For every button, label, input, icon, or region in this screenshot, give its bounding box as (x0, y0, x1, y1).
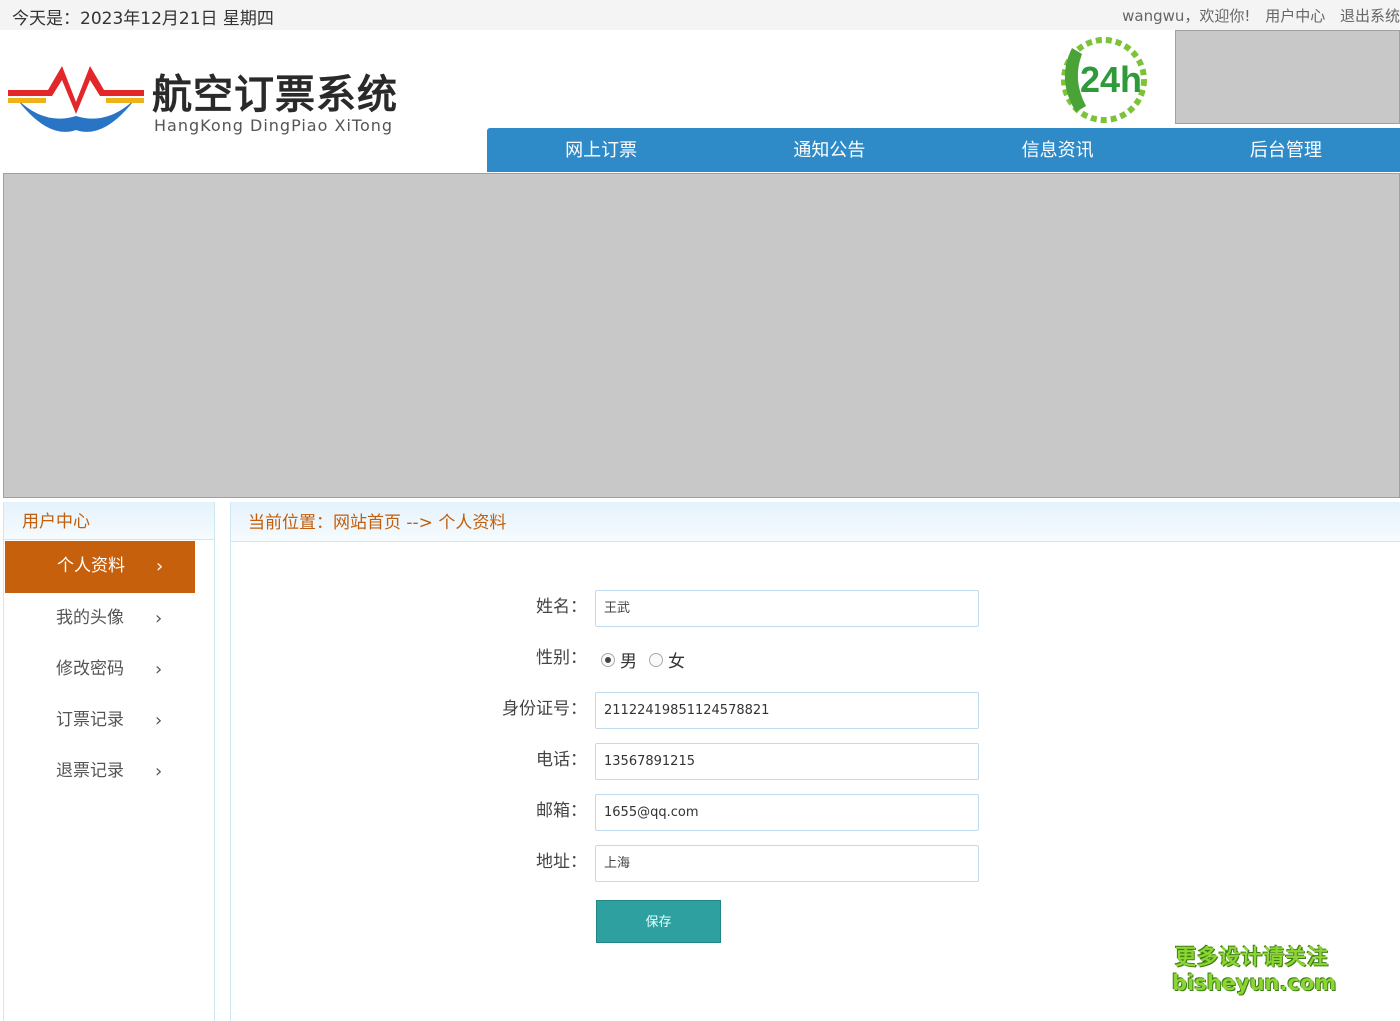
sidebar-item-label: 我的头像 (56, 608, 124, 628)
user-links: wangwu，欢迎你! 用户中心 退出系统 (1112, 5, 1400, 26)
logout-link[interactable]: 退出系统 (1340, 7, 1400, 25)
phone-field[interactable]: 13567891215 (595, 743, 979, 780)
chevron-right-icon: › (156, 556, 164, 577)
user-center-sidebar: 用户中心 个人资料 › 我的头像 › 修改密码 › 订票记录 › 退票记录 › (3, 502, 215, 1021)
gender-row: 性别： (231, 641, 587, 679)
sidebar-item-refund-records[interactable]: 退票记录 › (4, 746, 214, 797)
watermark-line1: 更多设计请关注 (1175, 945, 1329, 969)
nav-online-booking[interactable]: 网上订票 (487, 128, 715, 172)
gender-female-radio[interactable] (649, 652, 663, 667)
nav-notices[interactable]: 通知公告 (715, 128, 943, 172)
nav-news[interactable]: 信息资讯 (944, 128, 1172, 172)
badge-24h-text: 24h (1080, 59, 1142, 100)
breadcrumb: 当前位置：网站首页 --> 个人资料 (231, 502, 1400, 542)
address-field[interactable]: 上海 (595, 845, 979, 882)
sidebar-item-avatar[interactable]: 我的头像 › (4, 593, 214, 644)
watermark-line2: bisheyun.com (1172, 971, 1337, 995)
current-date: 今天是：2023年12月21日 星期四 (12, 9, 274, 29)
top-bar: 今天是：2023年12月21日 星期四 wangwu，欢迎你! 用户中心 退出系… (0, 0, 1400, 30)
sidebar-item-booking-records[interactable]: 订票记录 › (4, 695, 214, 746)
email-field[interactable]: 1655@qq.com (595, 794, 979, 831)
gender-label: 性别： (536, 648, 587, 668)
welcome-text: wangwu，欢迎你! (1122, 7, 1251, 25)
sidebar-item-change-password[interactable]: 修改密码 › (4, 644, 214, 695)
phone-row: 电话： (231, 743, 587, 781)
sidebar-item-label: 订票记录 (56, 710, 124, 730)
name-label: 姓名： (536, 597, 587, 617)
idcard-field[interactable]: 21122419851124578821 (595, 692, 979, 729)
idcard-row: 身份证号： (231, 692, 587, 730)
nav-admin[interactable]: 后台管理 (1172, 128, 1400, 172)
email-label: 邮箱： (536, 801, 587, 821)
sidebar-item-label: 个人资料 (57, 556, 125, 576)
gender-radio-group: 男 女 (601, 647, 685, 672)
chevron-right-icon: › (155, 659, 163, 680)
hero-banner-image (3, 173, 1400, 498)
gender-female-label: 女 (668, 652, 685, 672)
site-title: 航空订票系统 (152, 71, 398, 118)
phone-label: 电话： (536, 750, 587, 770)
chevron-right-icon: › (155, 608, 163, 629)
watermark: 更多设计请关注 bisheyun.com (1172, 944, 1337, 996)
address-row: 地址： (231, 845, 587, 883)
service-agents-image (1175, 30, 1400, 124)
site-subtitle: HangKong DingPiao XiTong (154, 116, 394, 135)
chevron-right-icon: › (155, 710, 163, 731)
save-button[interactable]: 保存 (596, 900, 721, 943)
chevron-right-icon: › (155, 761, 163, 782)
sidebar-item-label: 修改密码 (56, 659, 124, 679)
main-nav: 网上订票 通知公告 信息资讯 后台管理 (487, 128, 1400, 172)
phone-24h-icon: 24h (1061, 37, 1147, 123)
user-center-link[interactable]: 用户中心 (1265, 7, 1325, 25)
name-field[interactable]: 王武 (595, 590, 979, 627)
gender-male-label: 男 (620, 652, 637, 672)
sidebar-title: 用户中心 (4, 502, 214, 540)
logo-icon (8, 66, 144, 132)
name-row: 姓名： (231, 590, 587, 628)
address-label: 地址： (536, 852, 587, 872)
gender-male-radio[interactable] (601, 652, 615, 667)
sidebar-item-profile[interactable]: 个人资料 › (5, 541, 195, 593)
sidebar-item-label: 退票记录 (56, 761, 124, 781)
idcard-label: 身份证号： (502, 699, 587, 719)
email-row: 邮箱： (231, 794, 587, 832)
